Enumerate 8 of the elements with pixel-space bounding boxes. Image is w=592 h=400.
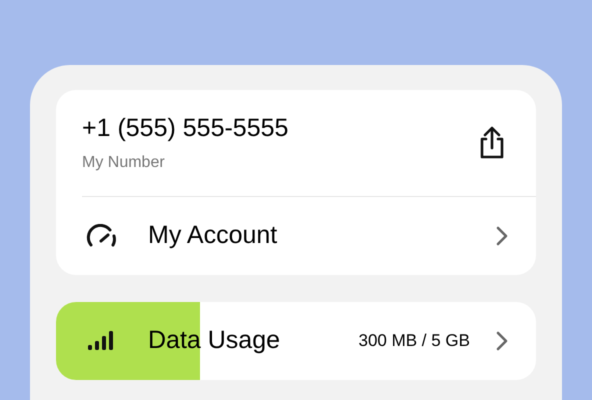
account-row[interactable]: My Account bbox=[56, 197, 536, 275]
data-usage-reading: 300 MB / 5 GB bbox=[358, 330, 470, 352]
chevron-right-icon bbox=[496, 226, 508, 246]
chevron-right-icon bbox=[496, 331, 508, 351]
speedometer-icon bbox=[86, 224, 118, 248]
signal-bars-icon bbox=[88, 331, 114, 351]
phone-number: +1 (555) 555-5555 bbox=[82, 113, 290, 144]
number-label: My Number bbox=[82, 152, 166, 173]
